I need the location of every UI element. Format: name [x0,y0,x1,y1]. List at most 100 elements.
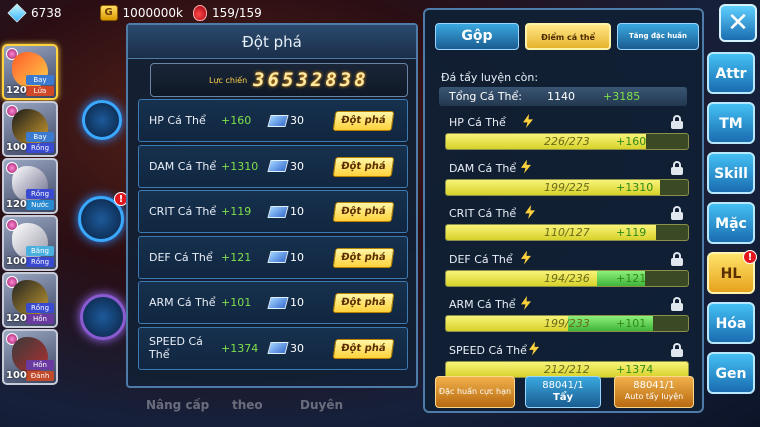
gem-count: 6738 [31,6,62,20]
auto-refine-count: 88041/1 [633,380,675,391]
auto-refine-label: Auto tẩy luyện [624,392,684,401]
stat-name: ARM Cá Thể [149,296,216,309]
character-slot-3[interactable]: Rồng Nước 120 [2,158,58,214]
scroll-icon [267,251,289,263]
stamina-counter: 159/159 [192,5,262,21]
character-slot-2[interactable]: Bay Rồng 100 [2,101,58,157]
type-tag: Lửa [26,86,54,96]
stamina-count: 159/159 [211,6,262,20]
extreme-training-button[interactable]: Đặc huấn cực hạn [435,376,515,408]
total-individual-row: Tổng Cá Thể: 1140 +3185 [439,87,687,106]
tab-bar: Gộp Điểm cá thể Tăng đặc huấn [435,23,699,50]
stat-name: HP Cá Thể [449,116,506,129]
type-tag: Bay [26,75,54,85]
character-level: 120 [6,199,27,210]
stat-name: ARM Cá Thể [449,298,516,311]
menu-hoa[interactable]: Hóa [707,302,755,344]
gold-counter: G 1000000k [99,5,183,21]
character-list: Bay Lửa 120 Bay Rồng 100 Rồng Nước 120 B… [2,44,60,386]
breakthrough-button[interactable]: Đột phá [333,202,395,222]
breakthrough-button[interactable]: Đột phá [333,247,395,268]
stat-name: CRIT Cá Thể [149,205,217,218]
character-slot-1[interactable]: Bay Lửa 120 [2,44,58,100]
scroll-icon [267,296,289,309]
potion-icon [192,5,207,21]
refine-button[interactable]: 88041/1 Tẩy [525,376,601,408]
menu-hl[interactable]: HL ! [707,250,757,294]
individual-points-panel: Gộp Điểm cá thể Tăng đặc huấn Đá tẩy luy… [423,8,704,413]
type-tag: Hồn [26,314,54,324]
tab-special-training[interactable]: Tăng đặc huấn [617,23,699,50]
gold-coin-icon: G [99,5,118,21]
breakthrough-row-dam: DAM Cá Thể +1310 30 Đột phá [138,144,408,188]
stat-row: DAM Cá Thể 199/225 +1310 [445,159,689,205]
total-bonus: +3185 [603,90,641,103]
total-label: Tổng Cá Thể: [449,90,522,103]
type-tag: Rồng [26,143,54,153]
type-tag: Nước [26,200,54,210]
stat-name: DAM Cá Thể [149,159,217,173]
follow-label: theo [232,398,263,412]
stat-progress-bar: 212/212 +1374 [445,360,689,378]
stat-progress-bar: 110/127 +119 [445,224,689,241]
close-button[interactable]: ✕ [719,4,757,42]
stat-progress-bar: 226/273 +160 [445,133,689,150]
breakthrough-button[interactable]: Đột phá [333,111,395,131]
menu-tm[interactable]: TM [707,102,755,144]
character-slot-6[interactable]: Hồn Đánh 100 [2,329,58,385]
menu-skill[interactable]: Skill [707,152,755,194]
combat-power-box: Lực chiến 36532838 [150,63,408,97]
panel-title: Đột phá [128,25,416,59]
stat-value: 226/273 [544,135,590,148]
character-slot-5[interactable]: Rồng Hồn 120 [2,272,58,328]
stat-progress-bar: 194/236 +121 [445,269,689,287]
combat-power-value: 36532838 [253,69,369,91]
tab-individual-points[interactable]: Điểm cá thể [525,23,611,50]
breakthrough-row-hp: HP Cá Thể +160 30 Đột phá [138,99,408,142]
character-level: 100 [6,370,27,381]
menu-gen[interactable]: Gen [707,352,755,394]
breakthrough-button[interactable]: Đột phá [333,156,395,177]
lock-icon[interactable] [671,160,683,175]
stat-bonus: +1374 [616,362,654,376]
lock-icon[interactable] [671,342,683,357]
stat-name: HP Cá Thể [149,114,206,127]
stat-bonus: +1310 [616,180,654,194]
stat-value: 212/212 [544,362,590,376]
orb-wheel-icon[interactable] [80,294,126,340]
character-level: 120 [6,85,27,96]
type-tag: Rồng [26,257,54,267]
type-tag: Rồng [26,189,54,199]
stat-name: DAM Cá Thể [449,161,517,175]
breakthrough-button[interactable]: Đột phá [333,338,395,359]
lock-icon[interactable] [671,251,683,266]
stat-bonus: +160 [221,114,252,127]
upgrade-label: Nâng cấp [146,398,210,412]
stat-bonus: +1374 [221,341,259,355]
breakthrough-button[interactable]: Đột phá [333,293,395,313]
breakthrough-panel: Đột phá Lực chiến 36532838 HP Cá Thể +16… [126,23,418,388]
item-slot-icon[interactable] [82,100,122,140]
menu-mac[interactable]: Mặc [707,202,755,244]
stat-bonus: +121 [616,271,647,285]
tab-merge[interactable]: Gộp [435,23,519,50]
bond-label: Duyên [300,398,344,412]
stat-list: HP Cá Thể 226/273 +160 DAM Cá Thể 199/22… [445,113,689,386]
auto-refine-button[interactable]: 88041/1 Auto tẩy luyện [614,376,694,408]
stat-value: 199/225 [544,180,590,194]
lock-icon[interactable] [671,115,683,129]
lock-icon[interactable] [671,297,683,311]
stat-bonus: +160 [616,135,647,148]
stat-bonus: +119 [616,226,647,239]
breakthrough-list: HP Cá Thể +160 30 Đột phá DAM Cá Thể +13… [138,99,408,372]
lock-icon[interactable] [671,206,683,220]
stat-row: ARM Cá Thể 199/233 +101 [445,295,689,341]
stat-name: SPEED Cá Thể [449,343,527,357]
lightning-icon [521,296,531,310]
character-slot-4[interactable]: Băng Rồng 100 [2,215,58,271]
breakthrough-row-crit: CRIT Cá Thể +119 10 Đột phá [138,190,408,233]
character-level: 120 [6,313,27,324]
scroll-icon [267,342,289,354]
menu-attr[interactable]: Attr [707,52,755,94]
scroll-icon [267,205,289,218]
